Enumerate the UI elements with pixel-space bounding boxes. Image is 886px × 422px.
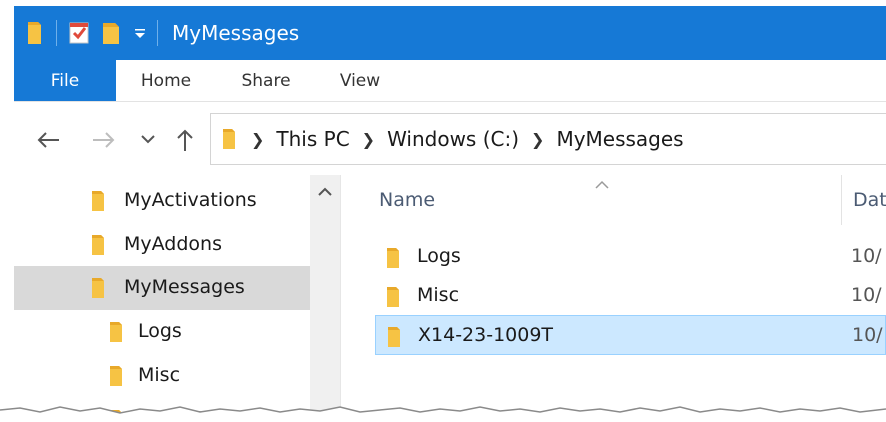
column-header-date[interactable]: Dat	[853, 189, 886, 211]
breadcrumb-windows-c[interactable]: Windows (C:)	[387, 127, 519, 151]
file-list: Name Dat Logs 10/ Misc 10/ X14-23-1009T …	[341, 175, 886, 422]
folder-icon	[221, 127, 239, 151]
tab-home[interactable]: Home	[116, 60, 216, 101]
scroll-up-icon[interactable]	[310, 181, 340, 203]
folder-icon	[90, 190, 108, 217]
tree-item-label: MyMessages	[124, 276, 245, 298]
column-headers: Name Dat	[341, 175, 886, 225]
quick-access-separator	[56, 20, 57, 46]
breadcrumb-this-pc[interactable]: This PC	[276, 127, 349, 151]
quick-access-toolbar	[14, 6, 168, 60]
folder-icon	[108, 365, 126, 392]
chevron-right-icon[interactable]: ❯	[251, 130, 264, 149]
tree-item-myaddons[interactable]: MyAddons	[14, 223, 310, 267]
column-header-name[interactable]: Name	[379, 189, 435, 211]
folder-icon	[90, 277, 108, 304]
folder-icon	[108, 321, 126, 348]
address-bar[interactable]: ❯ This PC ❯ Windows (C:) ❯ MyMessages	[210, 113, 886, 165]
folder-icon	[385, 286, 403, 313]
tab-file[interactable]: File	[14, 60, 116, 101]
chevron-right-icon[interactable]: ❯	[531, 130, 544, 149]
folder-icon	[90, 234, 108, 261]
arrow-left-icon[interactable]	[32, 127, 64, 153]
navigation-pane: MyActivations MyAddons MyMessages Logs M…	[14, 175, 310, 422]
tree-item-misc[interactable]: Misc	[14, 354, 310, 398]
tree-item-myactivations[interactable]: MyActivations	[14, 179, 310, 223]
tree-item-label: Logs	[138, 320, 182, 342]
file-name: X14-23-1009T	[418, 324, 554, 346]
column-separator[interactable]	[841, 175, 842, 225]
torn-edge-decoration	[0, 406, 886, 422]
file-row-misc[interactable]: Misc 10/	[375, 276, 886, 316]
new-folder-icon[interactable]	[101, 18, 123, 48]
sort-ascending-icon	[595, 175, 609, 194]
file-date: 10/	[851, 284, 882, 306]
file-name: Logs	[417, 245, 461, 267]
window-title: MyMessages	[172, 21, 300, 45]
chevron-right-icon[interactable]: ❯	[362, 130, 375, 149]
chevron-down-icon[interactable]	[138, 129, 158, 149]
arrow-right-icon[interactable]	[88, 127, 120, 153]
customize-dropdown-icon[interactable]	[133, 18, 147, 48]
tree-item-label: Misc	[138, 364, 181, 386]
navigation-pane-scrollbar[interactable]	[310, 175, 340, 422]
arrow-up-icon[interactable]	[170, 125, 200, 155]
tree-item-label: MyActivations	[124, 189, 257, 211]
tree-item-logs[interactable]: Logs	[14, 310, 310, 354]
tree-item-label: MyAddons	[124, 233, 222, 255]
file-row-x14-23-1009t[interactable]: X14-23-1009T 10/	[375, 315, 886, 355]
title-bar: MyMessages	[14, 6, 886, 60]
navigation-bar: ❯ This PC ❯ Windows (C:) ❯ MyMessages	[14, 103, 886, 175]
folder-icon	[386, 326, 404, 353]
tree-item-mymessages[interactable]: MyMessages	[14, 266, 310, 310]
tab-share[interactable]: Share	[216, 60, 316, 101]
folder-icon[interactable]	[26, 18, 46, 48]
ribbon-tabs: File Home Share View	[14, 60, 886, 102]
file-name: Misc	[417, 284, 460, 306]
breadcrumb-mymessages[interactable]: MyMessages	[556, 127, 683, 151]
quick-access-separator	[157, 20, 158, 46]
file-row-logs[interactable]: Logs 10/	[375, 237, 886, 277]
file-date: 10/	[851, 245, 882, 267]
folder-icon	[385, 247, 403, 274]
properties-icon[interactable]	[67, 18, 91, 48]
file-date: 10/	[852, 324, 883, 346]
tab-view[interactable]: View	[316, 60, 404, 101]
